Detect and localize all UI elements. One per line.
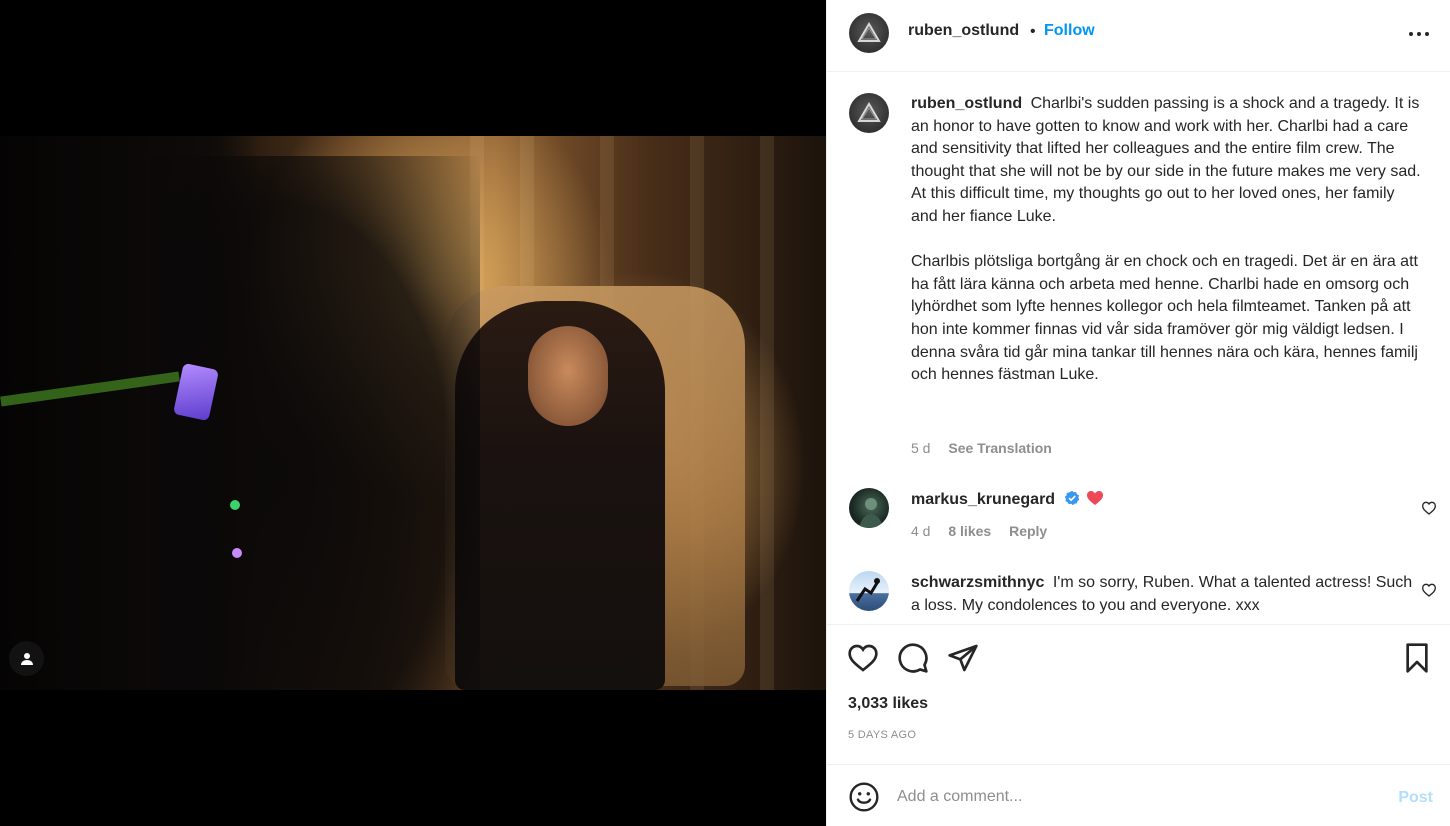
post-actions: 3,033 likes 5 DAYS AGO: [827, 624, 1450, 764]
save-bookmark-icon[interactable]: [1401, 642, 1433, 674]
commenter-avatar[interactable]: [849, 571, 889, 611]
caption-meta: 5 d See Translation: [911, 440, 1066, 456]
comment-input[interactable]: [897, 783, 1367, 811]
comment-bubble-icon[interactable]: [897, 642, 929, 674]
comment-likes-count[interactable]: 8 likes: [948, 523, 991, 539]
comment-composer: Post: [827, 764, 1450, 826]
camera-led: [230, 500, 240, 510]
profile-photo-icon: [855, 578, 880, 602]
red-heart-emoji-icon: [1086, 491, 1103, 505]
camera-led: [232, 548, 242, 558]
like-comment-heart-icon[interactable]: [1421, 500, 1437, 516]
see-translation-button[interactable]: See Translation: [948, 440, 1051, 456]
follow-button[interactable]: Follow: [1044, 22, 1095, 40]
separator-dot: •: [1030, 23, 1036, 40]
post-comment-button[interactable]: Post: [1398, 789, 1433, 807]
comment-username[interactable]: markus_krunegard: [911, 491, 1055, 508]
caption-age[interactable]: 5 d: [911, 440, 930, 456]
like-comment-heart-icon[interactable]: [1421, 582, 1437, 598]
film-camera: [150, 156, 480, 690]
reply-button[interactable]: Reply: [1009, 523, 1047, 539]
triangle-logo-icon: [857, 22, 881, 42]
commenter-avatar[interactable]: [849, 488, 889, 528]
caption-text-english: Charlbi's sudden passing is a shock and …: [911, 95, 1421, 225]
comment-age[interactable]: 4 d: [911, 523, 930, 539]
caption-username[interactable]: ruben_ostlund: [911, 95, 1022, 112]
emoji-smiley-icon[interactable]: [848, 781, 880, 813]
tagged-users-button[interactable]: [9, 641, 44, 676]
comments-list[interactable]: ruben_ostlund Charlbi's sudden passing i…: [827, 73, 1450, 624]
user-icon: [20, 652, 33, 665]
likes-count[interactable]: 3,033 likes: [848, 695, 928, 713]
like-heart-icon[interactable]: [847, 642, 879, 674]
post-details-panel: ruben_ostlund • Follow ruben_ostlund Cha…: [826, 0, 1450, 826]
caption-text-swedish: Charlbis plötsliga bortgång är en chock …: [911, 253, 1418, 384]
curtain-fold: [760, 136, 774, 690]
share-paper-plane-icon[interactable]: [947, 642, 979, 674]
comment: schwarzsmithnyc I'm so sorry, Ruben. Wha…: [911, 572, 1421, 617]
caption-author-avatar[interactable]: [849, 93, 889, 133]
triangle-logo-icon: [857, 102, 881, 122]
profile-photo-icon: [859, 498, 883, 528]
comment-username[interactable]: schwarzsmithnyc: [911, 574, 1044, 591]
verified-badge-icon: [1064, 490, 1079, 506]
more-options-icon[interactable]: [1405, 20, 1433, 48]
author-username[interactable]: ruben_ostlund: [908, 22, 1019, 40]
post-date[interactable]: 5 DAYS AGO: [848, 729, 916, 741]
post-photo[interactable]: [0, 136, 826, 690]
actress-face: [528, 326, 608, 426]
post-media: [0, 0, 826, 826]
post-header: ruben_ostlund • Follow: [827, 0, 1450, 72]
comment-meta: 4 d 8 likes Reply: [911, 523, 1061, 539]
comment: markus_krunegard: [911, 489, 1421, 512]
author-avatar[interactable]: [849, 13, 889, 53]
caption: ruben_ostlund Charlbi's sudden passing i…: [911, 93, 1421, 387]
